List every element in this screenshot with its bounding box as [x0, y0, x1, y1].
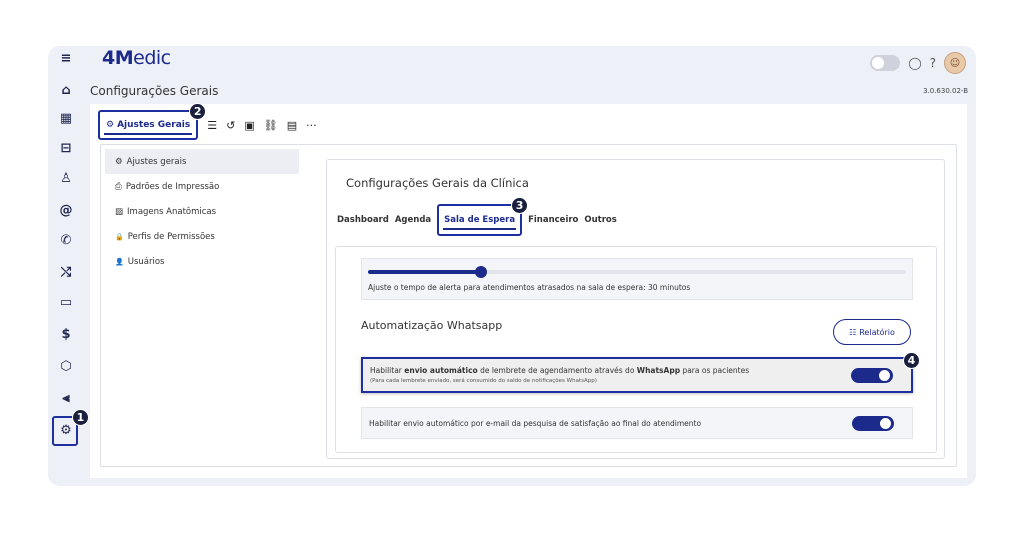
home-icon[interactable]: ⌂ — [48, 80, 84, 100]
whatsapp-reminder-text: Habilitar envio automático de lembrete d… — [370, 366, 749, 375]
more-icon[interactable]: ··· — [306, 119, 317, 132]
menu-item-label: Ajustes gerais — [126, 156, 187, 167]
chat-icon[interactable]: ◯ — [908, 56, 921, 70]
id-card-icon[interactable]: ▣ — [244, 119, 254, 132]
printer-icon: ⎙ — [115, 181, 122, 192]
header-actions: ◯ ? ☺ — [870, 52, 966, 74]
text-part: de lembrete de agendamento através do — [477, 366, 637, 375]
waiting-room-settings: Ajuste o tempo de alerta para atendiment… — [335, 246, 937, 453]
history-icon[interactable]: ↺ — [226, 119, 235, 132]
email-survey-toggle[interactable] — [852, 416, 894, 431]
tab-financeiro[interactable]: Financeiro — [528, 215, 578, 225]
app-logo[interactable]: 4Medic — [102, 47, 171, 69]
logo-brand: 4M — [102, 47, 134, 69]
clinic-settings-card: Configurações Gerais da Clínica Dashboar… — [326, 159, 945, 459]
settings-subtabs: Dashboard Agenda Sala de Espera 3 Financ… — [337, 197, 617, 236]
at-icon[interactable]: @ — [48, 200, 84, 220]
menu-item-ajustes-gerais[interactable]: ⚙ Ajustes gerais — [105, 149, 299, 174]
menu-icon[interactable]: ≡ — [48, 48, 84, 68]
logo-rest: edic — [133, 47, 171, 69]
email-survey-row: Habilitar envio automático por e-mail da… — [361, 407, 913, 439]
app-window: ≡ ⌂ ▦ ⊟ ♙ @ ✆ ⤭ ▭ $ ⬡ ⫷ ⚙ 1 4Medic ◯ ? ☺… — [48, 46, 976, 486]
page-title: Configurações Gerais — [90, 84, 219, 98]
tab-sala-de-espera[interactable]: Sala de Espera 3 — [437, 197, 529, 236]
whatsapp-section-title: Automatização Whatsapp — [361, 319, 503, 332]
whatsapp-reminder-row: Habilitar envio automático de lembrete d… — [361, 352, 920, 393]
whatsapp-reminder-note: (Para cada lembrete enviado, será consum… — [370, 378, 597, 384]
app-version: 3.0.630.02-B — [923, 87, 968, 95]
gears-icon: ⚙ — [106, 120, 115, 130]
user-icon[interactable]: ♙ — [48, 168, 84, 188]
settings-panel: ⚙ Ajustes gerais ⎙ Padrões de Impressão … — [100, 144, 957, 467]
shuffle-icon[interactable]: ⤭ — [48, 262, 84, 282]
car-icon[interactable]: ⊟ — [48, 138, 84, 158]
calendar-icon[interactable]: ▦ — [48, 108, 84, 128]
chart-icon[interactable]: ⫷ — [48, 388, 84, 408]
report-button-label: Relatório — [859, 327, 895, 337]
alert-time-setting: Ajuste o tempo de alerta para atendiment… — [361, 258, 913, 300]
lock-icon: 🔒 — [115, 232, 124, 241]
menu-item-usuarios[interactable]: 👤 Usuários — [105, 249, 299, 274]
settings-menu: ⚙ Ajustes gerais ⎙ Padrões de Impressão … — [105, 149, 299, 274]
text-bold: envio automático — [404, 366, 478, 375]
email-survey-text: Habilitar envio automático por e-mail da… — [369, 419, 702, 428]
slider-handle[interactable] — [474, 266, 487, 278]
dollar-icon[interactable]: $ — [48, 324, 84, 344]
user-icon: 👤 — [115, 257, 124, 266]
menu-item-padroes-impressao[interactable]: ⎙ Padrões de Impressão — [105, 174, 299, 199]
clipboard-icon[interactable]: ▭ — [48, 292, 84, 312]
main-content: ⚙ Ajustes Gerais 2 ☰ ↺ ▣ ⛓ ▤ ··· ⚙ Ajust… — [90, 103, 967, 478]
phone-icon[interactable]: ✆ — [48, 230, 84, 250]
menu-item-label: Imagens Anatômicas — [127, 206, 217, 217]
tab-dashboard[interactable]: Dashboard — [337, 215, 389, 225]
alert-time-slider[interactable] — [368, 266, 906, 278]
menu-item-label: Perfis de Permissões — [127, 231, 215, 242]
card-title: Configurações Gerais da Clínica — [346, 176, 529, 190]
step-badge-3: 3 — [511, 197, 529, 214]
list-icon[interactable]: ☰ — [207, 119, 217, 132]
text-bold: WhatsApp — [636, 366, 681, 375]
step-badge-2: 2 — [189, 103, 207, 120]
tab-label: Ajustes Gerais — [117, 120, 191, 130]
text-part: para os pacientes — [680, 366, 750, 375]
text-part: Habilitar — [370, 366, 405, 375]
sidebar-rail: ≡ ⌂ ▦ ⊟ ♙ @ ✆ ⤭ ▭ $ ⬡ ⫷ ⚙ 1 — [48, 46, 89, 486]
menu-item-perfis-permissoes[interactable]: 🔒 Perfis de Permissões — [105, 224, 299, 249]
avatar[interactable]: ☺ — [944, 52, 966, 74]
list-icon: ☷ — [849, 327, 857, 337]
step-badge-4: 4 — [903, 352, 920, 369]
step-badge-1: 1 — [72, 409, 89, 426]
report-button[interactable]: ☷ Relatório — [833, 319, 911, 345]
help-icon[interactable]: ? — [930, 56, 936, 70]
tab-ajustes-gerais[interactable]: ⚙ Ajustes Gerais 2 — [98, 103, 207, 140]
menu-item-label: Padrões de Impressão — [125, 181, 220, 192]
slider-label: Ajuste o tempo de alerta para atendiment… — [368, 283, 691, 292]
theme-toggle[interactable] — [870, 55, 901, 71]
settings-toolbar: ⚙ Ajustes Gerais 2 ☰ ↺ ▣ ⛓ ▤ ··· — [98, 103, 317, 140]
calendar-plus-icon[interactable]: ▤ — [287, 119, 297, 132]
slider-fill — [368, 270, 481, 274]
link-icon[interactable]: ⛓ — [264, 119, 278, 132]
tab-agenda[interactable]: Agenda — [395, 215, 431, 225]
whatsapp-reminder-toggle[interactable] — [851, 368, 893, 383]
menu-item-imagens-anatomicas[interactable]: ▨ Imagens Anatômicas — [105, 199, 299, 224]
tab-outros[interactable]: Outros — [584, 215, 616, 225]
gears-icon: ⚙ — [115, 156, 123, 167]
menu-item-label: Usuários — [127, 256, 165, 267]
tab-label: Sala de Espera — [444, 215, 516, 225]
image-icon: ▨ — [115, 206, 124, 217]
box-icon[interactable]: ⬡ — [48, 356, 84, 376]
